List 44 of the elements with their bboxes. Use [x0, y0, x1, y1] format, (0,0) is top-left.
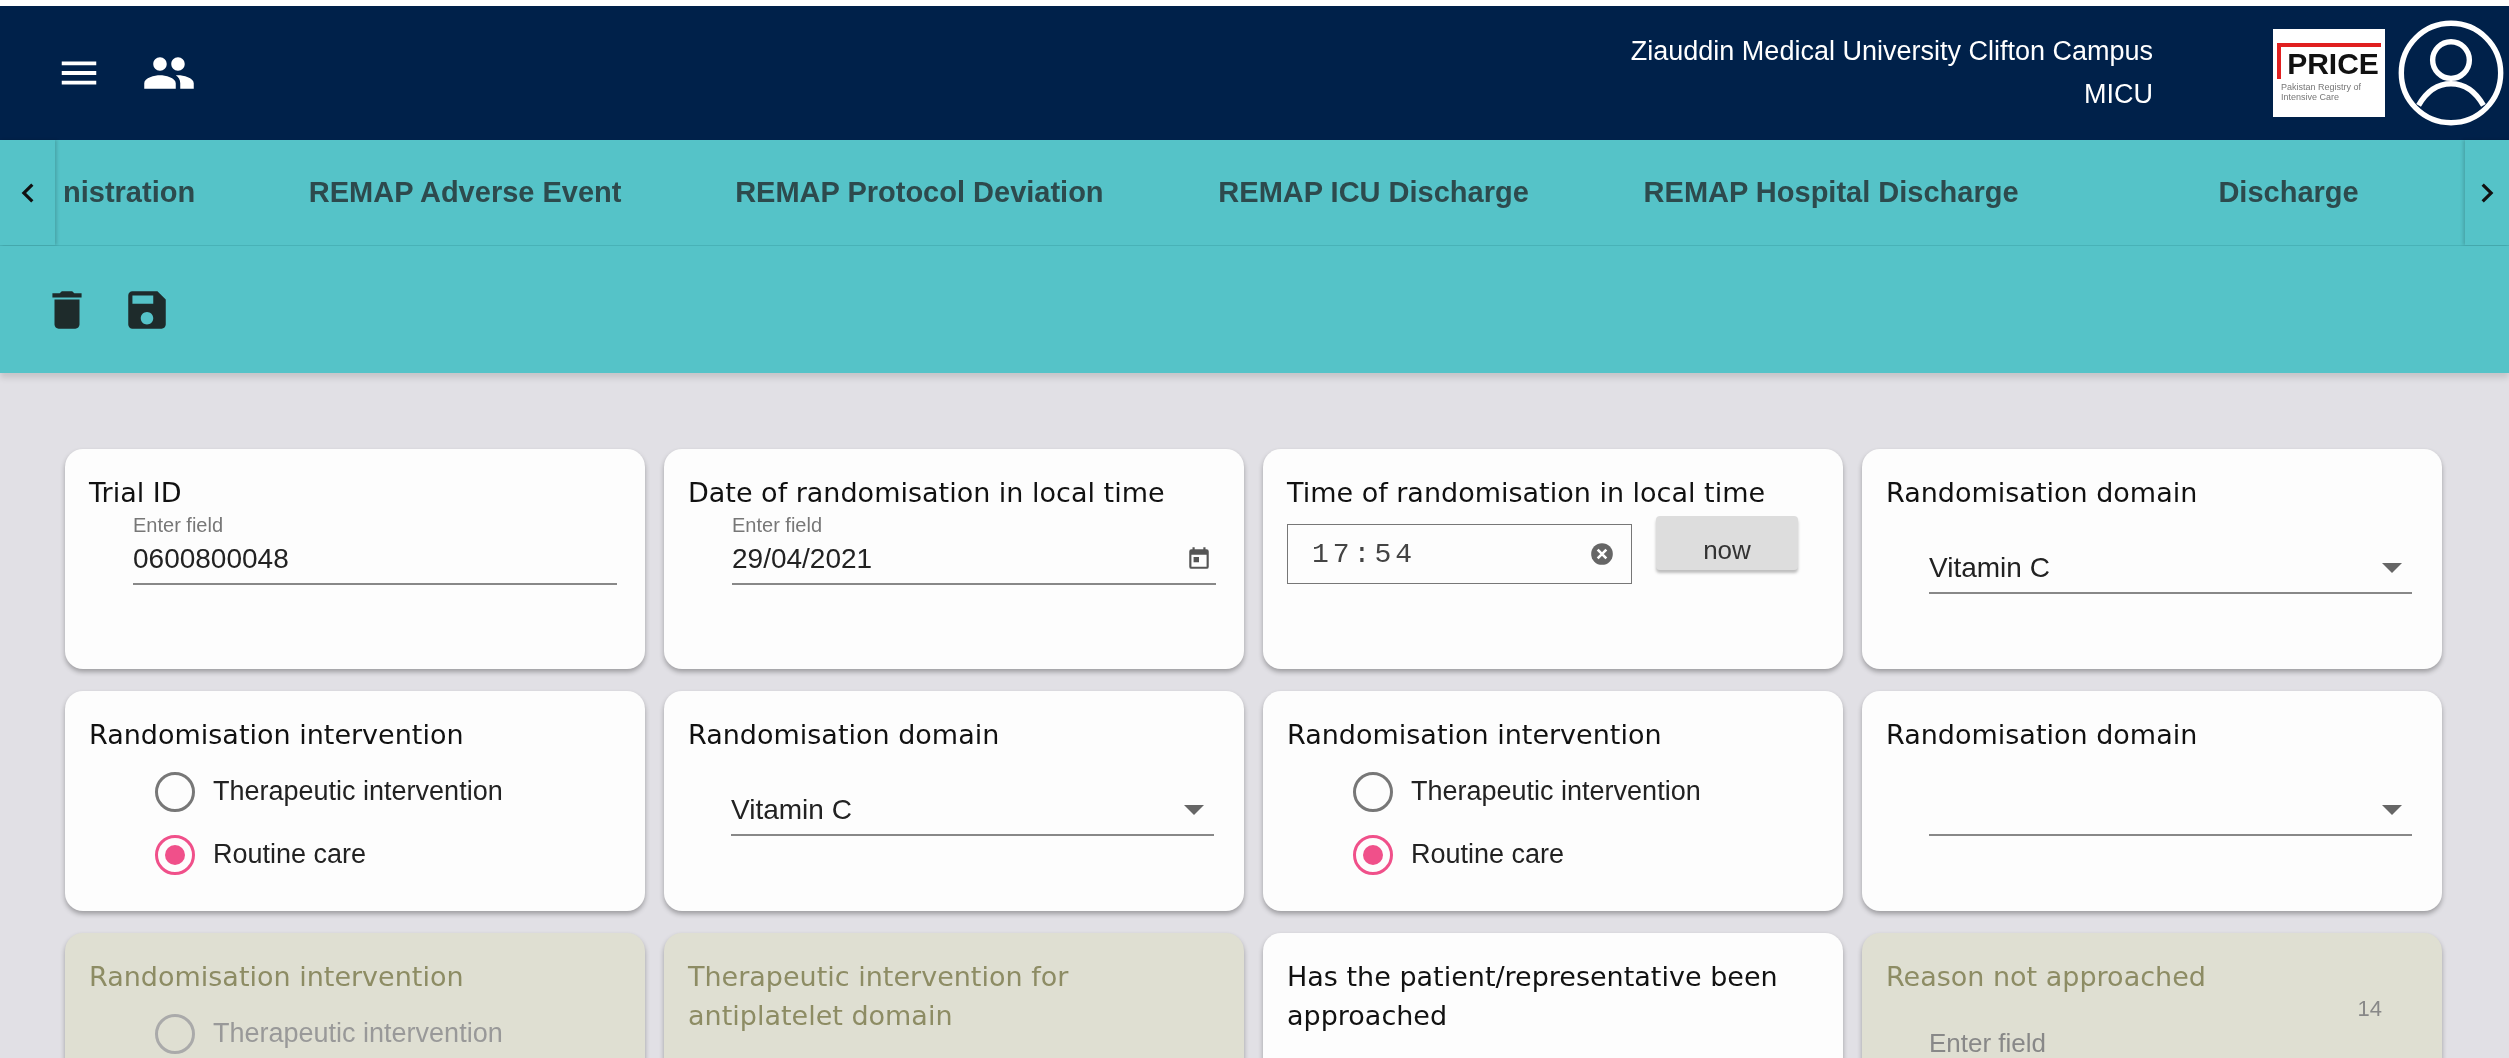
option-label: Routine care — [1411, 839, 1565, 871]
field-label: Enter field — [1929, 1028, 2048, 1058]
question-label: Randomisation intervention — [89, 960, 465, 994]
option-label: Routine care — [213, 839, 367, 871]
calendar-icon[interactable] — [1186, 545, 1212, 572]
dropdown-field[interactable]: Vitamin C — [731, 786, 1214, 837]
question-label: Randomisation intervention — [89, 718, 465, 752]
caret-icon — [2382, 563, 2402, 574]
now-button[interactable]: now — [1656, 516, 1798, 571]
tab[interactable]: REMAP Hospital Discharge — [1589, 140, 2073, 245]
option-label: Therapeutic intervention — [213, 1018, 503, 1050]
question-label: Date of randomisation in local time — [688, 476, 1166, 510]
question-label: Randomisation intervention — [1287, 718, 1663, 752]
radio-button[interactable] — [1353, 834, 1393, 875]
question-label: Time of randomisation in local time — [1287, 476, 1767, 510]
tab[interactable]: REMAP ICU Discharge — [1157, 140, 1590, 245]
question-label: Randomisation domain — [1886, 476, 2199, 510]
question-label: Has the patient/representative been approached — [1287, 960, 1779, 1034]
option-label: Therapeutic intervention — [213, 776, 503, 808]
tab[interactable]: Discharge — [2072, 140, 2465, 245]
question-label: Reason not approached — [1886, 960, 2207, 994]
tab[interactable]: REMAP Adverse Event — [249, 140, 682, 245]
radio-button[interactable] — [155, 771, 195, 812]
dropdown-field[interactable]: Vitamin C — [1929, 544, 2412, 595]
date-field[interactable]: Enter field 29/04/2021 — [732, 514, 1216, 586]
logo: PRICE Pakistan Registry of Intensive Care — [2273, 29, 2385, 117]
question-label: Therapeutic intervention for antiplatelet domain — [688, 960, 1070, 1034]
tab[interactable]: REMAP Protocol Deviation — [681, 140, 1158, 245]
question-label: Trial ID — [89, 476, 183, 510]
tab[interactable]: nistration — [55, 140, 250, 245]
option-label: Therapeutic intervention — [1411, 776, 1701, 808]
caret-icon — [2382, 805, 2402, 816]
input-field[interactable]: Enter field 0600800048 — [133, 514, 617, 586]
clear-icon[interactable] — [1589, 541, 1615, 568]
caret-icon — [1184, 805, 1204, 816]
character-counter: 14 — [2357, 996, 2382, 1023]
radio-button[interactable] — [155, 834, 195, 875]
account-icon[interactable] — [2397, 19, 2505, 127]
question-label: Randomisation domain — [688, 718, 1001, 752]
question-label: Randomisation domain — [1886, 718, 2199, 752]
unit-name: MICU — [2084, 79, 2153, 110]
radio-button[interactable] — [1353, 771, 1393, 812]
time-field[interactable]: 17:54 — [1287, 524, 1632, 585]
hospital-name: Ziauddin Medical University Clifton Campus — [1630, 36, 2153, 67]
